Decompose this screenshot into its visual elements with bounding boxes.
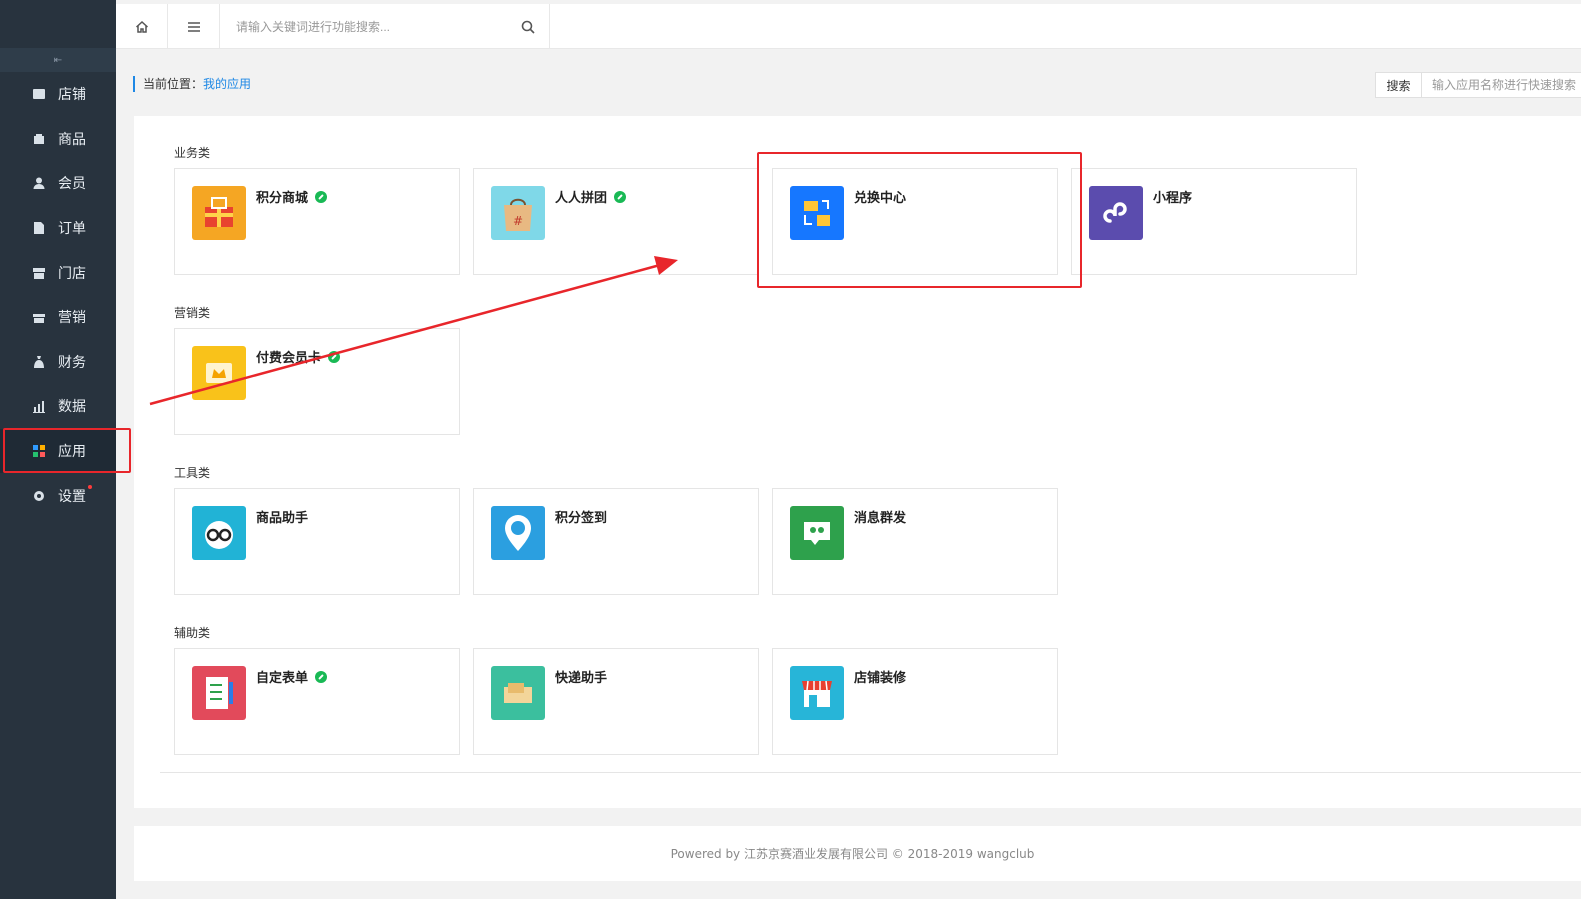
category-title: 工具类 <box>174 466 211 480</box>
breadcrumb: 当前位置：我的应用 <box>133 76 251 92</box>
sidebar: ⇤ 店铺 商品 会员 订单 门店 营销 财务 数据 应用 设置 <box>0 0 116 899</box>
app-name: 积分签到 <box>555 511 608 526</box>
footer: Powered by 江苏京赛酒业发展有限公司 © 2018-2019 wang… <box>134 826 1581 881</box>
function-search <box>220 4 550 49</box>
sidebar-item-goods[interactable]: 商品 <box>0 117 116 162</box>
group-buy-icon: # <box>491 186 545 240</box>
svg-text:#: # <box>513 214 523 228</box>
sidebar-item-label: 设置 <box>58 488 86 505</box>
sidebar-item-member[interactable]: 会员 <box>0 161 116 206</box>
gift-icon <box>32 310 46 324</box>
sidebar-item-label: 订单 <box>58 221 86 238</box>
sidebar-item-label: 会员 <box>58 176 86 193</box>
home-button[interactable] <box>116 4 168 49</box>
vip-card-icon <box>192 346 246 400</box>
sidebar-item-label: 应用 <box>58 444 86 461</box>
link-icon <box>614 191 627 203</box>
sidebar-item-label: 店铺 <box>58 87 86 104</box>
form-icon <box>192 666 246 720</box>
app-name: 付费会员卡 <box>256 347 341 366</box>
app-name: 小程序 <box>1153 191 1193 206</box>
app-name: 人人拼团 <box>555 187 627 206</box>
app-name: 消息群发 <box>854 511 907 526</box>
chart-icon <box>32 399 46 414</box>
app-card-goods-assistant[interactable]: 商品助手 <box>174 488 460 595</box>
menu-icon <box>187 21 200 32</box>
menu-toggle-button[interactable] <box>168 4 220 49</box>
points-mall-icon <box>192 186 246 240</box>
app-card-sign-in[interactable]: 积分签到 <box>473 488 759 595</box>
goods-assistant-icon <box>192 506 246 560</box>
app-search-input[interactable] <box>1422 73 1581 97</box>
app-card-store-decoration[interactable]: 店铺装修 <box>772 648 1058 755</box>
sidebar-item-label: 财务 <box>58 354 86 371</box>
app-name: 自定表单 <box>256 667 328 686</box>
app-card-exchange-center[interactable]: 兑换中心 <box>772 168 1058 275</box>
category-title: 营销类 <box>174 306 211 320</box>
link-icon <box>315 191 328 203</box>
search-icon[interactable] <box>521 20 535 34</box>
divider <box>160 772 1581 773</box>
breadcrumb-current[interactable]: 我的应用 <box>203 77 251 91</box>
app-quick-search: 搜索 <box>1375 72 1581 98</box>
app-card-group-buy[interactable]: # 人人拼团 <box>473 168 759 275</box>
function-search-input[interactable] <box>236 19 521 34</box>
app-card-message-broadcast[interactable]: 消息群发 <box>772 488 1058 595</box>
collapse-icon[interactable]: ⇤ <box>0 48 116 72</box>
app-name: 快递助手 <box>555 671 608 686</box>
message-icon <box>790 506 844 560</box>
top-bar <box>116 4 1581 49</box>
exchange-icon <box>790 186 844 240</box>
express-icon <box>491 666 545 720</box>
app-name: 积分商城 <box>256 187 328 206</box>
sidebar-item-label: 商品 <box>58 131 86 148</box>
sidebar-item-label: 门店 <box>58 265 86 282</box>
app-card-express-assistant[interactable]: 快递助手 <box>473 648 759 755</box>
gear-icon <box>32 489 46 503</box>
decoration-icon <box>790 666 844 720</box>
member-icon <box>32 176 46 190</box>
notification-dot <box>88 485 92 490</box>
sidebar-item-finance[interactable]: 财务 <box>0 340 116 385</box>
logo-area <box>0 0 116 48</box>
link-icon <box>315 671 328 683</box>
sidebar-item-shop[interactable]: 门店 <box>0 250 116 295</box>
order-icon <box>32 221 46 235</box>
sidebar-item-store[interactable]: 店铺 <box>0 72 116 117</box>
app-name: 商品助手 <box>256 511 309 526</box>
sidebar-item-marketing[interactable]: 营销 <box>0 295 116 340</box>
sidebar-item-data[interactable]: 数据 <box>0 384 116 429</box>
search-button[interactable]: 搜索 <box>1376 73 1422 97</box>
sidebar-item-apps[interactable]: 应用 <box>0 428 116 474</box>
home-icon <box>135 20 148 33</box>
sidebar-item-label: 数据 <box>58 399 86 416</box>
shop-icon <box>32 266 46 280</box>
app-card-mini-program[interactable]: 小程序 <box>1071 168 1357 275</box>
category-title: 业务类 <box>174 146 211 160</box>
app-card-points-mall[interactable]: 积分商城 <box>174 168 460 275</box>
link-icon <box>328 351 341 363</box>
apps-icon <box>32 444 46 458</box>
app-card-vip-card[interactable]: 付费会员卡 <box>174 328 460 435</box>
app-name: 店铺装修 <box>854 671 907 686</box>
sidebar-item-settings[interactable]: 设置 <box>0 473 116 518</box>
money-bag-icon <box>32 355 46 369</box>
sign-in-icon <box>491 506 545 560</box>
category-title: 辅助类 <box>174 626 211 640</box>
goods-icon <box>32 132 46 146</box>
app-name: 兑换中心 <box>854 191 907 206</box>
mini-program-icon <box>1089 186 1143 240</box>
breadcrumb-prefix: 当前位置： <box>143 77 204 91</box>
apps-panel: 业务类 积分商城 # 人人拼团 兑换中心 小程序 营销类 付费会员卡 工具类 商… <box>134 116 1581 808</box>
app-card-custom-form[interactable]: 自定表单 <box>174 648 460 755</box>
store-icon <box>32 87 46 101</box>
sidebar-item-order[interactable]: 订单 <box>0 206 116 251</box>
sidebar-item-label: 营销 <box>58 310 86 327</box>
